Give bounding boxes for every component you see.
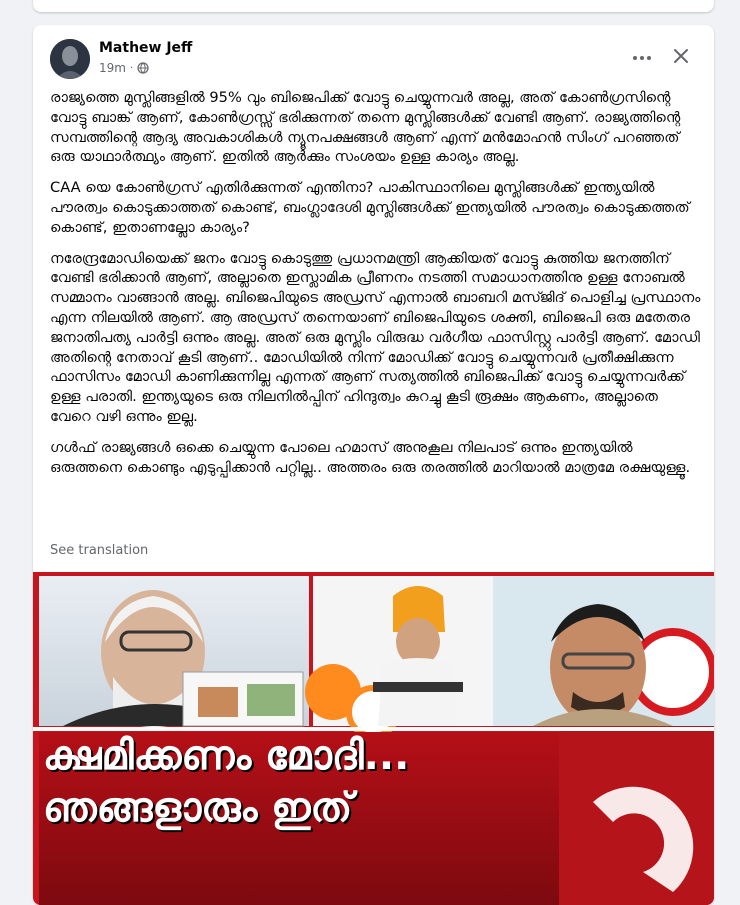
thumbnail-headline-line2: ഞങ്ങളാരും ഇത്: [43, 785, 353, 831]
see-translation-link[interactable]: See translation: [50, 543, 148, 558]
post-meta: 19m ·: [99, 61, 149, 75]
more-options-button[interactable]: [629, 45, 655, 71]
close-button[interactable]: [668, 43, 694, 69]
globe-icon: [137, 62, 149, 74]
post-paragraph: രാജ്യത്തെ മുസ്ലിങ്ങളിൽ 95% വും ബിജെപിക്ക…: [50, 89, 681, 166]
post-card: Mathew Jeff 19m · രാജ്യത്തെ മുസ്ലിങ്ങളിൽ…: [33, 25, 714, 905]
post-paragraph: CAA യെ കോൺഗ്രസ് എതിർക്കുന്നത് എന്തിനാ? പ…: [50, 179, 690, 236]
separator-dot: ·: [129, 62, 134, 74]
author-name[interactable]: Mathew Jeff: [99, 40, 192, 56]
post-paragraph: നരേന്ദ്രമോഡിയെക്ക് ജനം വോട്ടു കൊടുത്തു പ…: [50, 249, 701, 425]
previous-post-card: [33, 0, 714, 12]
shared-video-thumbnail[interactable]: ക്ഷമിക്കണം മോദി... ഞങ്ങളാരും ഇത്: [33, 572, 714, 905]
post-paragraph: ഗൾഫ് രാജ്യങ്ങൾ ഒക്കെ ചെയ്യുന്ന പോലെ ഹമാസ…: [50, 438, 691, 476]
close-icon: [674, 49, 688, 63]
thumbnail-headline-line1: ക്ഷമിക്കണം മോദി...: [43, 733, 410, 779]
post-time[interactable]: 19m: [99, 61, 126, 75]
avatar-image: [50, 39, 90, 79]
thumbnail-headline: ക്ഷമിക്കണം മോദി... ഞങ്ങളാരും ഇത്: [43, 732, 563, 836]
post-body: രാജ്യത്തെ മുസ്ലിങ്ങളിൽ 95% വും ബിജെപിക്ക…: [50, 88, 702, 488]
avatar[interactable]: [50, 39, 90, 79]
more-horizontal-icon: [633, 56, 651, 60]
